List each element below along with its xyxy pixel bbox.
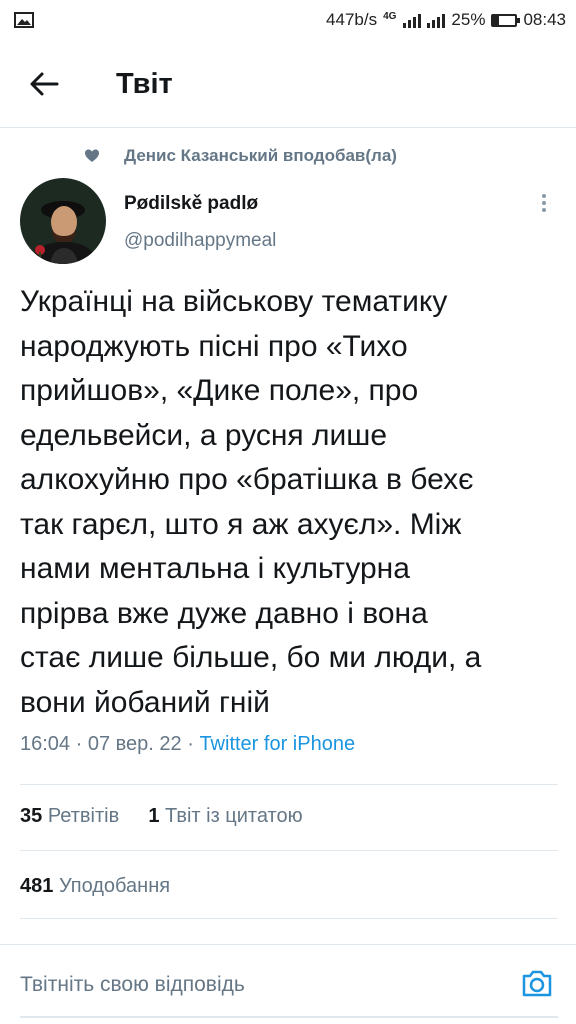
tweet-meta: 16:04 · 07 вер. 22 · Twitter for iPhone xyxy=(20,730,355,758)
reply-input[interactable] xyxy=(20,965,500,1005)
social-context-text: Денис Казанський вподобав(ла) xyxy=(124,146,397,165)
tweet-text: Українці на військову тематику народжуют… xyxy=(20,285,482,719)
top-app-bar: Твіт xyxy=(0,40,576,128)
status-bar: 447b/s 4G 25% 08:43 xyxy=(0,0,576,40)
author-name[interactable]: Pødilskě padlø xyxy=(124,191,258,217)
avatar-portrait xyxy=(20,178,106,264)
social-context[interactable]: Денис Казанський вподобав(ла) xyxy=(85,143,397,169)
retweets-label: Ретвітів xyxy=(47,805,120,827)
divider xyxy=(20,850,558,851)
divider xyxy=(20,918,558,919)
meta-separator: · xyxy=(75,733,88,755)
quotes-stat[interactable]: 1 Твіт із цитатою xyxy=(148,805,302,827)
likes-stat[interactable]: 481 Уподобання xyxy=(20,875,170,897)
retweets-stat[interactable]: 35 Ретвітів xyxy=(20,805,119,827)
signal-icon-2 xyxy=(427,12,446,28)
retweet-stats-row: 35 Ретвітів 1 Твіт із цитатою xyxy=(20,802,303,830)
author-handle[interactable]: @podilhappymeal xyxy=(124,228,276,254)
battery-icon xyxy=(491,13,521,27)
retweets-count: 35 xyxy=(20,805,43,827)
quotes-count: 1 xyxy=(148,805,160,827)
quotes-label: Твіт із цитатою xyxy=(165,805,303,827)
meta-separator: · xyxy=(187,733,200,755)
likes-stats-row: 481 Уподобання xyxy=(20,872,170,900)
avatar[interactable] xyxy=(20,178,106,264)
reply-underline xyxy=(20,1016,558,1018)
heart-icon xyxy=(85,149,99,162)
likes-label: Уподобання xyxy=(58,875,171,897)
likes-count: 481 xyxy=(20,875,54,897)
network-speed: 447b/s xyxy=(326,10,378,29)
network-type-label: 4G xyxy=(383,10,397,22)
arrow-left-icon[interactable] xyxy=(26,66,62,102)
camera-icon[interactable] xyxy=(520,966,554,1000)
battery-percent: 25% xyxy=(451,10,486,29)
divider xyxy=(20,784,558,785)
page-title: Твіт xyxy=(116,68,173,100)
tweet-time: 16:04 xyxy=(20,733,71,755)
signal-icon xyxy=(403,12,422,28)
tweet-source-link[interactable]: Twitter for iPhone xyxy=(199,733,355,755)
more-vertical-icon[interactable] xyxy=(532,190,556,216)
image-notification-icon xyxy=(14,12,34,28)
tweet-date: 07 вер. 22 xyxy=(87,733,182,755)
reply-bar xyxy=(0,944,576,1024)
clock: 08:43 xyxy=(523,10,566,29)
